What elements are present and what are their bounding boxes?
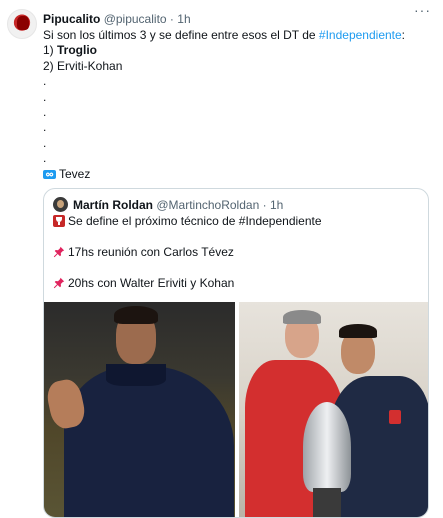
quoted-tweet-time[interactable]: 1h [270, 198, 283, 212]
pushpin-icon [53, 246, 65, 258]
dot-line: . [43, 74, 47, 89]
photo-figure [64, 366, 234, 517]
tweet-text: Si son los últimos 3 y se define entre e… [43, 28, 433, 182]
quoted-line-2: 17hs reunión con Carlos Tévez [53, 245, 423, 261]
dot-line: . [43, 135, 47, 150]
tweet-line-last-text: Tevez [59, 166, 91, 181]
hashtag-link[interactable]: #Independiente [319, 28, 402, 42]
photo-trophy[interactable] [239, 302, 428, 517]
quoted-tweet[interactable]: Martín Roldan @MartinchoRoldan · 1h Se d… [43, 188, 429, 518]
tweet-line-last: Tevez [43, 167, 433, 182]
quoted-line-3: 20hs con Walter Eriviti y Kohan [53, 276, 423, 292]
quoted-line-3-text: 20hs con Walter Eriviti y Kohan [68, 276, 235, 290]
author-avatar[interactable] [7, 9, 37, 39]
quoted-line-1-text: Se define el próximo técnico de [68, 214, 239, 228]
tweet-line-2-prefix: 1) [43, 43, 58, 58]
tweet[interactable]: Pipucalito @pipucalito · 1h ··· Si son l… [0, 0, 443, 518]
dot-line: . [43, 89, 47, 104]
separator-dot: · [262, 198, 267, 212]
tweet-line-2-bold: Troglio [57, 43, 98, 58]
quoted-line-1: Se define el próximo técnico de #Indepen… [53, 214, 423, 230]
separator-dot: · [169, 12, 174, 26]
quoted-tweet-text: Se define el próximo técnico de #Indepen… [53, 214, 423, 292]
author-display-name[interactable]: Pipucalito [43, 12, 100, 26]
quoted-author-display-name[interactable]: Martín Roldan [73, 198, 153, 212]
pushpin-icon [53, 277, 65, 289]
quoted-author-handle[interactable]: @MartinchoRoldan [156, 198, 259, 212]
quoted-tweet-header: Martín Roldan @MartinchoRoldan · 1h [73, 198, 283, 212]
tweet-line-2: 1) Troglio [43, 43, 433, 58]
tweet-line-1: Si son los últimos 3 y se define entre e… [43, 28, 433, 43]
tweet-line-1-suffix: : [401, 28, 406, 42]
dot-line: . [43, 120, 47, 135]
more-options-icon[interactable]: ··· [414, 3, 431, 17]
tweet-line-1-text: Si son los últimos 3 y se define entre e… [43, 28, 319, 42]
photo-figure-collar [106, 364, 166, 386]
dot-line: . [43, 104, 47, 119]
quoted-line-2-text: 17hs reunión con Carlos Tévez [68, 245, 234, 259]
author-handle[interactable]: @pipucalito [104, 12, 167, 26]
club-crest-icon [389, 410, 401, 424]
media-grid [44, 302, 428, 517]
tweet-line-3: 2) Erviti-Kohan [43, 58, 123, 73]
quoted-author-avatar[interactable] [53, 197, 68, 212]
tweet-header: Pipucalito @pipucalito · 1h [43, 12, 423, 28]
trophy-shape [303, 402, 351, 492]
dot-line: . [43, 151, 47, 166]
trophy-base [313, 488, 341, 517]
photo-figure-1-hair [283, 310, 321, 324]
infinity-icon [43, 169, 56, 179]
photo-figure-hair [114, 306, 158, 324]
trophy-icon [53, 215, 65, 227]
quoted-hashtag[interactable]: #Independiente [239, 214, 322, 228]
photo-tevez[interactable] [44, 302, 235, 517]
photo-figure-2-hair [339, 324, 377, 338]
tweet-time[interactable]: 1h [177, 12, 190, 26]
